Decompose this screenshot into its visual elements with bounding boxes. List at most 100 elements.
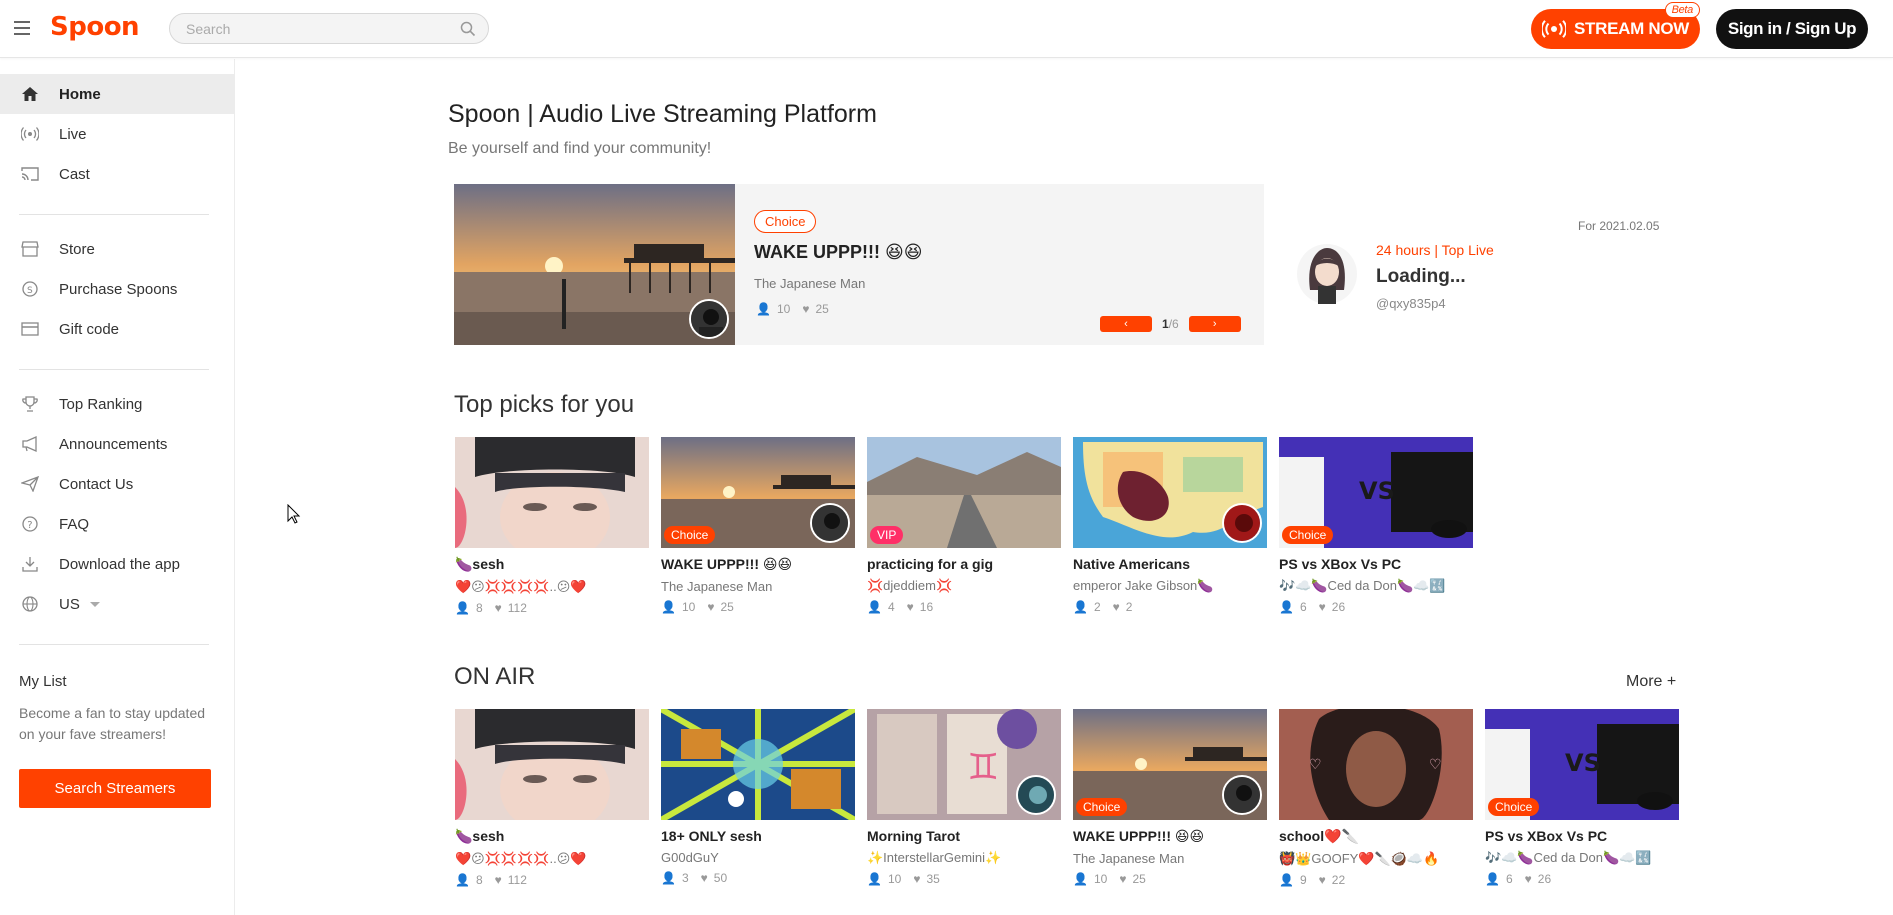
on-air-card[interactable]: ♡ ♡ school❤️🔪 👹👑GOOFY❤️🔪🥥☁️🔥 👤 9 ♥ 22: [1279, 709, 1473, 887]
stream-thumbnail[interactable]: ♊: [867, 709, 1061, 820]
stream-author[interactable]: 🎶☁️🍆Ced da Don🍆☁️🔣: [1279, 578, 1473, 594]
stream-title[interactable]: school❤️🔪: [1279, 828, 1473, 845]
on-air-card[interactable]: Choice WAKE UPPP!!! 😆😆 The Japanese Man 👤 10…: [1073, 709, 1267, 886]
more-link[interactable]: More +: [1626, 673, 1676, 691]
stream-title[interactable]: Morning Tarot: [867, 828, 1061, 844]
featured-author[interactable]: The Japanese Man: [754, 276, 865, 291]
sidebar-item-label: Purchase Spoons: [59, 280, 178, 298]
like-count: 26: [1331, 600, 1346, 614]
stream-thumbnail[interactable]: [455, 709, 649, 820]
prev-button[interactable]: ‹: [1100, 316, 1152, 332]
streamer-avatar: [810, 503, 850, 543]
stream-thumbnail[interactable]: VS Choice: [1485, 709, 1679, 820]
stream-author[interactable]: ❤️😕💢💢💢💢..😕❤️: [455, 851, 649, 867]
stream-title[interactable]: practicing for a gig: [867, 556, 1061, 572]
signin-button[interactable]: Sign in / Sign Up: [1716, 9, 1868, 49]
stream-thumbnail[interactable]: [1073, 437, 1267, 548]
top-pick-card[interactable]: VS Choice PS vs XBox Vs PC 🎶☁️🍆Ced da Don🍆☁…: [1279, 437, 1473, 614]
featured-live-banner[interactable]: Choice WAKE UPPP!!! 😆😆 The Japanese Man …: [454, 184, 1264, 345]
spoon-logo[interactable]: Spoon: [50, 12, 140, 42]
stream-now-button[interactable]: STREAM NOW Beta: [1531, 2, 1700, 49]
page-indicator: 1/6: [1162, 317, 1179, 331]
top-live-title[interactable]: Loading...: [1376, 266, 1466, 288]
listener-icon: 👤: [1279, 873, 1294, 887]
stream-title[interactable]: Native Americans: [1073, 556, 1267, 572]
stream-thumbnail[interactable]: VS Choice: [1279, 437, 1473, 548]
svg-text:VS: VS: [1359, 477, 1395, 505]
sidebar-item-store[interactable]: Store: [0, 229, 234, 269]
sidebar-item-gift-code[interactable]: Gift code: [0, 309, 234, 349]
broadcast-icon: [21, 127, 39, 141]
stream-title[interactable]: PS vs XBox Vs PC: [1279, 556, 1473, 572]
featured-thumbnail[interactable]: [454, 184, 735, 345]
sidebar-item-contact-us[interactable]: Contact Us: [0, 464, 234, 504]
on-air-card[interactable]: 18+ ONLY sesh G00dGuY 👤 3 ♥ 50: [661, 709, 855, 885]
sidebar-item-live[interactable]: Live: [0, 114, 234, 154]
stream-title[interactable]: WAKE UPPP!!! 😆😆: [1073, 828, 1267, 845]
top-live-avatar[interactable]: [1296, 240, 1358, 308]
sidebar-item-label: Top Ranking: [59, 395, 143, 413]
sidebar-item-faq[interactable]: ? FAQ: [0, 504, 234, 544]
next-button[interactable]: ›: [1188, 316, 1241, 332]
sidebar-item-download-app[interactable]: Download the app: [0, 544, 234, 584]
stream-title[interactable]: PS vs XBox Vs PC: [1485, 828, 1679, 844]
like-count: 25: [1132, 872, 1146, 886]
on-air-card[interactable]: VS Choice PS vs XBox Vs PC 🎶☁️🍆Ced da Don🍆☁…: [1485, 709, 1679, 886]
stream-stats: 👤 8 ♥ 112: [455, 873, 649, 887]
top-live-date: For 2021.02.05: [1578, 219, 1660, 233]
stream-author[interactable]: ❤️😕💢💢💢💢..😕❤️: [455, 579, 649, 595]
listener-count: 8: [475, 873, 483, 887]
search-input[interactable]: [170, 14, 440, 43]
top-pick-card[interactable]: 🍆sesh ❤️😕💢💢💢💢..😕❤️ 👤 8 ♥ 112: [455, 437, 649, 615]
stream-thumbnail[interactable]: [455, 437, 649, 548]
sidebar-item-label: Cast: [59, 165, 90, 183]
listener-icon: 👤: [756, 302, 771, 316]
menu-icon[interactable]: [14, 21, 30, 35]
stream-author[interactable]: The Japanese Man: [1073, 851, 1267, 866]
top-pick-card[interactable]: Choice WAKE UPPP!!! 😆😆 The Japanese Man 👤 10…: [661, 437, 855, 614]
sidebar-item-top-ranking[interactable]: Top Ranking: [0, 384, 234, 424]
stream-stats: 👤 10 ♥ 25: [1073, 872, 1267, 886]
search-icon[interactable]: [460, 21, 476, 37]
stream-title[interactable]: 18+ ONLY sesh: [661, 828, 855, 844]
stream-author[interactable]: The Japanese Man: [661, 579, 855, 594]
vip-badge: VIP: [870, 526, 904, 544]
stream-thumbnail[interactable]: Choice: [1073, 709, 1267, 820]
sidebar-item-purchase-spoons[interactable]: S Purchase Spoons: [0, 269, 234, 309]
stream-title[interactable]: 🍆sesh: [455, 556, 649, 573]
stream-stats: 👤 6 ♥ 26: [1279, 600, 1473, 614]
stream-author[interactable]: 💢djeddiem💢: [867, 578, 1061, 594]
stream-thumbnail[interactable]: VIP: [867, 437, 1061, 548]
region-selector[interactable]: US: [0, 584, 234, 624]
stream-title[interactable]: WAKE UPPP!!! 😆😆: [661, 556, 855, 573]
sidebar-item-cast[interactable]: Cast: [0, 154, 234, 194]
on-air-card[interactable]: ♊ Morning Tarot ✨InterstellarGemini✨ 👤 10 ♥ 35: [867, 709, 1061, 886]
search-streamers-button[interactable]: Search Streamers: [19, 769, 211, 808]
svg-text:♡: ♡: [1429, 757, 1442, 773]
top-pick-card[interactable]: VIP practicing for a gig 💢djeddiem💢 👤 4 ♥ 16: [867, 437, 1061, 614]
stream-stats: 👤 6 ♥ 26: [1485, 872, 1679, 886]
stream-title[interactable]: 🍆sesh: [455, 828, 649, 845]
on-air-card[interactable]: 🍆sesh ❤️😕💢💢💢💢..😕❤️ 👤 8 ♥ 112: [455, 709, 649, 887]
featured-title[interactable]: WAKE UPPP!!! 😆😆: [754, 242, 923, 263]
svg-text:♊: ♊: [967, 747, 999, 788]
listener-icon: 👤: [1073, 872, 1088, 886]
stream-author[interactable]: 👹👑GOOFY❤️🔪🥥☁️🔥: [1279, 851, 1473, 867]
stream-author[interactable]: 🎶☁️🍆Ced da Don🍆☁️🔣: [1485, 850, 1679, 866]
sidebar-item-home[interactable]: Home: [0, 74, 234, 114]
like-count: 50: [713, 871, 728, 885]
stream-thumbnail[interactable]: [661, 709, 855, 820]
sidebar-item-announcements[interactable]: Announcements: [0, 424, 234, 464]
stream-thumbnail[interactable]: ♡ ♡: [1279, 709, 1473, 820]
stream-author[interactable]: ✨InterstellarGemini✨: [867, 850, 1061, 866]
stream-now-label: STREAM NOW: [1573, 19, 1690, 38]
stream-author[interactable]: G00dGuY: [661, 850, 855, 865]
stream-stats: 👤 4 ♥ 16: [867, 600, 1061, 614]
stream-author[interactable]: emperor Jake Gibson🍆: [1073, 578, 1267, 594]
search-box: [169, 13, 489, 44]
stream-thumbnail[interactable]: Choice: [661, 437, 855, 548]
cast-icon: [21, 167, 39, 181]
top-pick-card[interactable]: Native Americans emperor Jake Gibson🍆 👤 2 ♥ 2: [1073, 437, 1267, 614]
home-icon: [22, 87, 38, 101]
sidebar-divider: [19, 369, 209, 370]
